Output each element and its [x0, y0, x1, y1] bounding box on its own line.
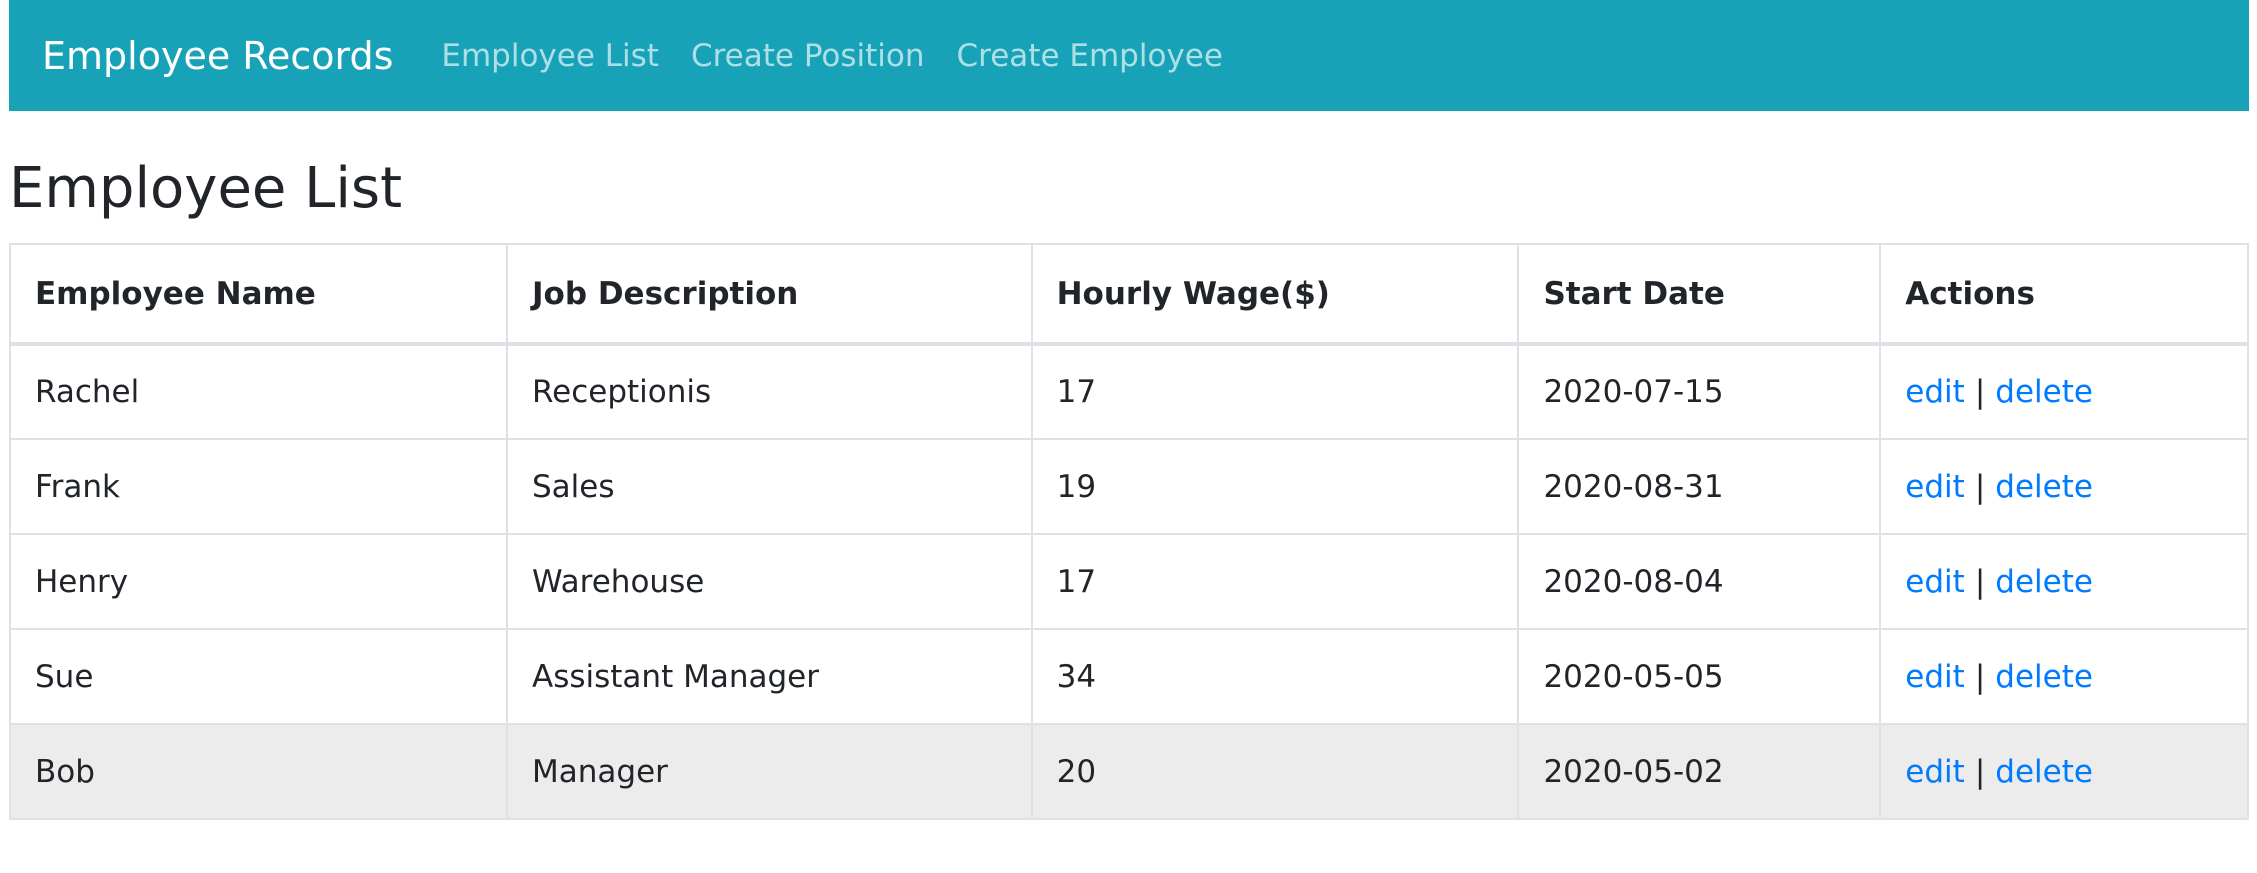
action-separator: |: [1974, 374, 1986, 410]
table-row: Rachel Receptionis 17 2020-07-15 edit | de…: [9, 343, 2249, 440]
cell-employee-name: Rachel: [9, 343, 508, 440]
cell-actions: edit | delete: [1879, 438, 2249, 535]
edit-link[interactable]: edit: [1905, 564, 1965, 600]
cell-start-date: 2020-08-31: [1517, 438, 1882, 535]
edit-link[interactable]: edit: [1905, 754, 1965, 790]
cell-employee-name: Henry: [9, 533, 508, 630]
cell-actions: edit | delete: [1879, 723, 2249, 820]
cell-start-date: 2020-05-05: [1517, 628, 1882, 725]
cell-start-date: 2020-07-15: [1517, 343, 1882, 440]
employee-table-container: Employee Name Job Description Hourly Wag…: [9, 243, 2249, 820]
cell-actions: edit | delete: [1879, 628, 2249, 725]
cell-hourly-wage: 19: [1030, 438, 1520, 535]
delete-link[interactable]: delete: [1995, 469, 2093, 505]
cell-job-description: Warehouse: [506, 533, 1033, 630]
delete-link[interactable]: delete: [1995, 564, 2093, 600]
nav-link-create-employee[interactable]: Create Employee: [957, 38, 1223, 74]
table-row: Sue Assistant Manager 34 2020-05-05 edit…: [9, 628, 2249, 725]
cell-actions: edit | delete: [1879, 533, 2249, 630]
action-separator: |: [1974, 753, 1986, 790]
employee-table: Employee Name Job Description Hourly Wag…: [9, 243, 2249, 820]
cell-job-description: Sales: [506, 438, 1033, 535]
delete-link[interactable]: delete: [1995, 659, 2093, 695]
cell-employee-name: Sue: [9, 628, 508, 725]
header-actions: Actions: [1879, 243, 2249, 346]
page-title: Employee List: [9, 156, 403, 221]
table-row: Frank Sales 19 2020-08-31 edit | delete: [9, 438, 2249, 535]
cell-start-date: 2020-05-02: [1517, 723, 1882, 820]
table-header-row: Employee Name Job Description Hourly Wag…: [9, 243, 2249, 346]
table-row: Henry Warehouse 17 2020-08-04 edit | delet…: [9, 533, 2249, 630]
header-job-description: Job Description: [506, 243, 1033, 346]
cell-job-description: Manager: [506, 723, 1033, 820]
cell-job-description: Receptionis: [506, 343, 1033, 440]
edit-link[interactable]: edit: [1905, 659, 1965, 695]
cell-job-description: Assistant Manager: [506, 628, 1033, 725]
navbar-brand[interactable]: Employee Records: [42, 34, 393, 78]
cell-employee-name: Frank: [9, 438, 508, 535]
nav-link-employee-list[interactable]: Employee List: [441, 38, 659, 74]
cell-hourly-wage: 17: [1030, 533, 1520, 630]
cell-hourly-wage: 34: [1030, 628, 1520, 725]
delete-link[interactable]: delete: [1995, 374, 2093, 410]
header-hourly-wage: Hourly Wage($): [1030, 243, 1520, 346]
top-navbar: Employee Records Employee List Create Po…: [9, 0, 2249, 111]
action-separator: |: [1974, 468, 1986, 505]
table-row: Bob Manager 20 2020-05-02 edit | delete: [9, 723, 2249, 820]
header-employee-name: Employee Name: [9, 243, 508, 346]
cell-employee-name: Bob: [9, 723, 508, 820]
action-separator: |: [1974, 658, 1986, 695]
nav-link-create-position[interactable]: Create Position: [691, 38, 925, 74]
delete-link[interactable]: delete: [1995, 754, 2093, 790]
action-separator: |: [1974, 563, 1986, 600]
edit-link[interactable]: edit: [1905, 469, 1965, 505]
edit-link[interactable]: edit: [1905, 374, 1965, 410]
cell-actions: edit | delete: [1879, 343, 2249, 440]
cell-start-date: 2020-08-04: [1517, 533, 1882, 630]
cell-hourly-wage: 20: [1030, 723, 1520, 820]
cell-hourly-wage: 17: [1030, 343, 1520, 440]
header-start-date: Start Date: [1517, 243, 1882, 346]
